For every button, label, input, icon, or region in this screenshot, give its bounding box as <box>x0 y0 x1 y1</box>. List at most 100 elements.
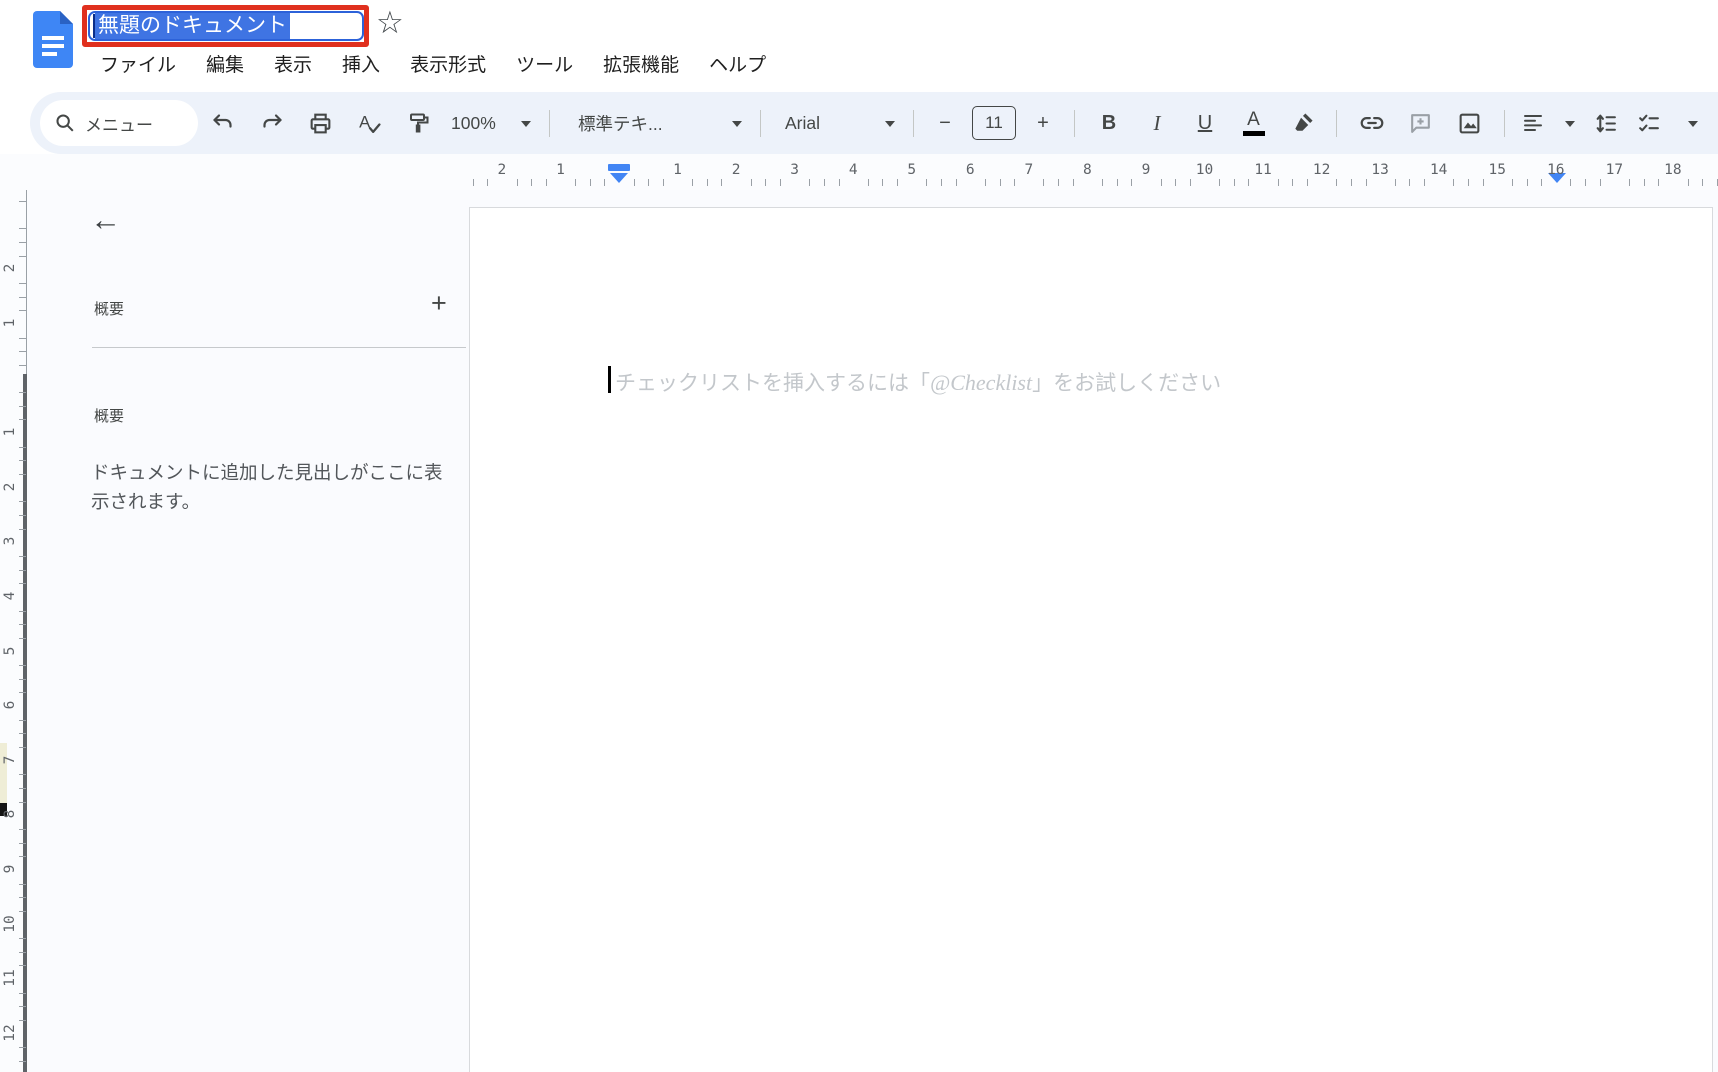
ruler-tick <box>1175 179 1177 186</box>
menu-item-file[interactable]: ファイル <box>100 50 176 77</box>
ruler-tick <box>1248 179 1250 186</box>
ruler-number: 7 <box>1024 162 1034 178</box>
ruler-number: 13 <box>1371 162 1389 178</box>
ruler-tick <box>19 719 26 721</box>
italic-button[interactable]: I <box>1133 100 1181 146</box>
ruler-tick <box>1014 179 1016 186</box>
checklist-button[interactable] <box>1630 100 1704 146</box>
ruler-number: 15 <box>1488 162 1506 178</box>
ruler-tick <box>516 179 518 186</box>
outline-title: 概要 <box>94 301 125 318</box>
increase-font-size-button[interactable]: + <box>1022 100 1064 146</box>
spell-check-button[interactable]: A <box>345 100 394 146</box>
ruler-tick <box>19 515 26 516</box>
ruler-tick <box>897 179 899 186</box>
close-outline-icon[interactable]: ← <box>90 204 121 236</box>
ruler-tick <box>19 883 26 885</box>
document-title-input[interactable]: 無題のドキュメント <box>88 11 364 41</box>
ruler-number: 1 <box>673 162 682 178</box>
ruler-tick <box>19 1047 26 1049</box>
ruler-tick <box>1643 179 1645 186</box>
highlight-color-button[interactable] <box>1278 100 1326 146</box>
ruler-tick <box>19 897 26 899</box>
menu-item-edit[interactable]: 編集 <box>206 50 244 77</box>
document-title-selected-text: 無題のドキュメント <box>95 13 290 39</box>
header: 無題のドキュメント ☆ ファイル 編集 表示 挿入 表示形式 ツール 拡張機能 ヘルプ <box>0 0 1718 92</box>
font-family-select[interactable]: Arial <box>771 100 903 146</box>
align-button[interactable] <box>1515 100 1581 146</box>
add-heading-icon[interactable]: + <box>431 288 447 319</box>
ruler-tick <box>648 179 650 186</box>
text-cursor <box>608 366 611 393</box>
ruler-tick <box>692 179 694 186</box>
zoom-select[interactable]: 100% <box>443 100 539 146</box>
ruler-number: 6 <box>2 700 18 710</box>
ruler-tick <box>19 310 26 312</box>
menu-item-view[interactable]: 表示 <box>274 50 312 77</box>
ruler-number: 4 <box>848 162 858 178</box>
ruler-tick <box>1541 179 1543 186</box>
ruler-number: 3 <box>790 162 799 178</box>
text-color-button[interactable]: A <box>1229 100 1278 146</box>
font-family-value: Arial <box>785 112 821 133</box>
chevron-down-icon <box>732 120 742 132</box>
link-icon <box>1360 117 1383 129</box>
highlighter-icon <box>1294 112 1313 131</box>
star-icon[interactable]: ☆ <box>376 6 404 40</box>
ruler-tick <box>1160 179 1162 186</box>
menu-item-extensions[interactable]: 拡張機能 <box>603 50 679 77</box>
ruler-tick <box>1102 179 1104 186</box>
underline-icon: U <box>1197 111 1213 134</box>
ruler-tick <box>19 828 26 830</box>
ruler-tick <box>19 228 26 230</box>
ruler-tick <box>589 179 591 186</box>
ruler-tick <box>545 179 547 186</box>
paint-format-button[interactable] <box>394 100 443 146</box>
text-color-icon: A <box>1230 110 1278 136</box>
ruler-tick <box>1058 179 1060 186</box>
bulleted-list-button[interactable] <box>1704 100 1718 146</box>
menu-item-tools[interactable]: ツール <box>516 50 573 77</box>
first-line-indent-marker[interactable] <box>608 164 630 171</box>
add-comment-button[interactable] <box>1396 100 1445 146</box>
paragraph-style-value: 標準テキ... <box>578 113 663 134</box>
font-size-input[interactable]: 11 <box>972 106 1016 140</box>
menu-item-insert[interactable]: 挿入 <box>342 50 380 77</box>
undo-button[interactable] <box>198 100 247 146</box>
ruler-tick <box>1585 179 1587 186</box>
menu-item-format[interactable]: 表示形式 <box>410 50 486 77</box>
horizontal-ruler: 2 1 1 2 3 4 5 6 7 8 9 10 11 12 13 14 15 16 17 18 <box>0 154 1718 190</box>
ruler-number: 8 <box>2 809 18 819</box>
insert-link-button[interactable] <box>1347 100 1396 146</box>
ruler-number: 1 <box>2 427 18 437</box>
print-button[interactable] <box>296 100 345 146</box>
ruler-number: 5 <box>2 646 18 655</box>
document-page[interactable]: チェックリストを挿入するには「@Checklist」をお試しください <box>469 207 1713 1072</box>
search-menus-button[interactable]: メニュー <box>40 100 198 146</box>
ruler-tick <box>19 555 26 557</box>
ruler-number: 6 <box>965 162 975 178</box>
ruler-tick <box>487 179 489 186</box>
undo-icon <box>212 114 232 128</box>
ruler-tick <box>19 801 26 803</box>
line-spacing-button[interactable] <box>1581 100 1630 146</box>
insert-image-button[interactable] <box>1445 100 1494 146</box>
ruler-tick <box>1628 179 1630 186</box>
left-indent-marker[interactable] <box>610 173 628 183</box>
ruler-tick <box>1599 179 1601 186</box>
ruler-tick <box>19 569 26 571</box>
ruler-tick <box>809 179 811 186</box>
underline-button[interactable]: U <box>1181 100 1229 146</box>
ruler-number: 2 <box>2 263 18 273</box>
document-canvas: ← 概要 + 概要 ドキュメントに追加した見出しがここに表示されます。 チェック… <box>0 190 1718 1072</box>
google-docs-logo-icon[interactable] <box>33 11 73 68</box>
ruler-number: 18 <box>1664 162 1682 178</box>
bold-button[interactable]: B <box>1085 100 1133 146</box>
ruler-tick <box>1292 179 1294 186</box>
decrease-font-size-button[interactable]: − <box>924 100 966 146</box>
paragraph-style-select[interactable]: 標準テキ... <box>560 100 750 146</box>
ruler-tick <box>19 201 26 203</box>
redo-button[interactable] <box>247 100 296 146</box>
ruler-tick <box>1409 179 1411 186</box>
menu-item-help[interactable]: ヘルプ <box>709 50 766 77</box>
